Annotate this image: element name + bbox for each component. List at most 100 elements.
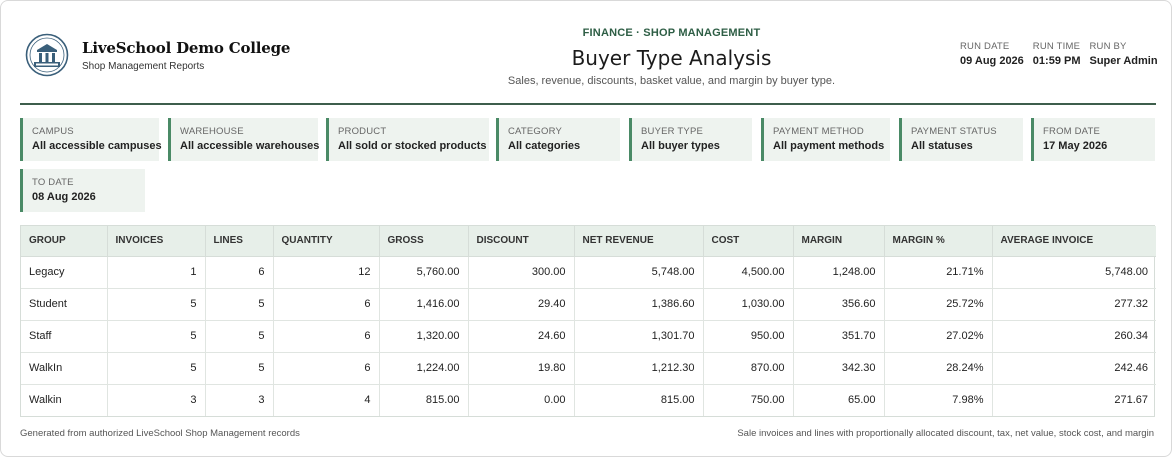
column-header: NET REVENUE bbox=[574, 226, 704, 257]
cell-quantity: 12 bbox=[273, 256, 380, 289]
cell-invoices: 3 bbox=[107, 384, 206, 416]
report-page: LiveSchool Demo College Shop Management … bbox=[0, 0, 1172, 457]
cell-invoices: 1 bbox=[107, 256, 206, 289]
cell-gross: 815.00 bbox=[379, 384, 469, 416]
cell-cost: 1,030.00 bbox=[703, 288, 794, 321]
cell-gross: 1,416.00 bbox=[379, 288, 469, 321]
cell-discount: 300.00 bbox=[468, 256, 575, 289]
filter-buyer-type: BUYER TYPE All buyer types bbox=[629, 118, 752, 161]
run-time: RUN TIME 01:59 PM bbox=[1033, 41, 1081, 67]
cell-gross: 1,320.00 bbox=[379, 320, 469, 353]
table-row: Legacy 1 6 12 5,760.00 300.00 5,748.00 4… bbox=[21, 256, 1156, 289]
meta-label: RUN DATE bbox=[960, 41, 1010, 52]
meta-value: 01:59 PM bbox=[1032, 55, 1081, 67]
cell-discount: 0.00 bbox=[468, 384, 575, 416]
filter-value: 17 May 2026 bbox=[1043, 140, 1108, 152]
report-subtitle: Sales, revenue, discounts, basket value,… bbox=[507, 75, 836, 87]
cell-group: WalkIn bbox=[21, 352, 108, 385]
cell-average-invoice: 271.67 bbox=[1114, 394, 1148, 407]
cell-group: Student bbox=[21, 288, 108, 321]
column-header: MARGIN % bbox=[884, 226, 993, 257]
cell-discount: 29.40 bbox=[468, 288, 575, 321]
cell-quantity: 4 bbox=[273, 384, 380, 416]
cell-cost: 950.00 bbox=[703, 320, 794, 353]
meta-value: 09 Aug 2026 bbox=[960, 55, 1024, 67]
filter-value: All payment methods bbox=[773, 140, 885, 152]
table-row: Student 5 5 6 1,416.00 29.40 1,386.60 1,… bbox=[21, 288, 1156, 321]
cell-margin-pct: 7.98% bbox=[884, 384, 993, 416]
cell-margin: 65.00 bbox=[793, 384, 885, 416]
column-header: MARGIN bbox=[793, 226, 885, 257]
cell-invoices: 5 bbox=[107, 288, 206, 321]
cell-lines: 3 bbox=[205, 384, 274, 416]
cell-quantity: 6 bbox=[273, 288, 380, 321]
column-header: AVERAGE INVOICE bbox=[992, 226, 1156, 257]
cell-net-revenue: 1,386.60 bbox=[574, 288, 704, 321]
column-header: QUANTITY bbox=[273, 226, 380, 257]
table-row: Walkin 3 3 4 815.00 0.00 815.00 750.00 6… bbox=[21, 384, 1156, 416]
cell-group: Staff bbox=[21, 320, 108, 353]
cell-invoices: 5 bbox=[107, 320, 206, 353]
table-row: WalkIn 5 5 6 1,224.00 19.80 1,212.30 870… bbox=[21, 352, 1156, 385]
cell-net-revenue: 1,301.70 bbox=[574, 320, 704, 353]
filter-value: All categories bbox=[508, 140, 581, 152]
cell-average-invoice: 242.46 bbox=[992, 352, 1156, 385]
cell-net-revenue: 815.00 bbox=[574, 384, 704, 416]
cell-lines: 6 bbox=[205, 256, 274, 289]
cell-quantity: 6 bbox=[273, 320, 380, 353]
cell-average-invoice: 260.34 bbox=[992, 320, 1156, 353]
cell-margin-pct: 28.24% bbox=[884, 352, 993, 385]
meta-value: Super Admin bbox=[1089, 55, 1158, 67]
filter-category: CATEGORY All categories bbox=[496, 118, 620, 161]
header-divider bbox=[20, 103, 1156, 105]
filter-label: TO DATE bbox=[32, 177, 74, 188]
column-header: LINES bbox=[205, 226, 274, 257]
run-meta: RUN DATE 09 Aug 2026 RUN TIME 01:59 PM R… bbox=[960, 41, 1158, 67]
cell-lines: 5 bbox=[205, 320, 274, 353]
filter-label: FROM DATE bbox=[1043, 126, 1101, 137]
cell-average-invoice: 5,748.00 bbox=[992, 256, 1156, 289]
cell-margin-pct: 27.02% bbox=[884, 320, 993, 353]
brand: LiveSchool Demo College Shop Management … bbox=[25, 33, 290, 77]
filter-value: All sold or stocked products bbox=[338, 140, 487, 152]
column-header: COST bbox=[703, 226, 794, 257]
buyer-type-table: GROUP INVOICES LINES QUANTITY GROSS DISC… bbox=[20, 225, 1156, 417]
meta-label: RUN BY bbox=[1089, 41, 1127, 52]
filter-label: CAMPUS bbox=[32, 126, 74, 137]
filter-value: All accessible campuses bbox=[32, 140, 162, 152]
cell-margin-pct: 21.71% bbox=[884, 256, 993, 289]
cell-average-invoice: 277.32 bbox=[992, 288, 1156, 321]
cell-margin-pct: 25.72% bbox=[884, 288, 993, 321]
cell-cost: 750.00 bbox=[703, 384, 794, 416]
filter-label: WAREHOUSE bbox=[180, 126, 244, 137]
filter-warehouse: WAREHOUSE All accessible warehouses bbox=[168, 118, 320, 161]
filter-label: PRODUCT bbox=[338, 126, 387, 137]
filter-from-date: FROM DATE 17 May 2026 bbox=[1031, 118, 1155, 161]
column-header: INVOICES bbox=[107, 226, 206, 257]
cell-discount: 24.60 bbox=[468, 320, 575, 353]
filter-value: All buyer types bbox=[641, 140, 720, 152]
table-header-row: GROUP INVOICES LINES QUANTITY GROSS DISC… bbox=[21, 226, 1156, 257]
report-header: LiveSchool Demo College Shop Management … bbox=[20, 23, 1158, 93]
cell-gross: 5,760.00 bbox=[379, 256, 469, 289]
filter-payment-method: PAYMENT METHOD All payment methods bbox=[761, 118, 890, 161]
filter-payment-status: PAYMENT STATUS All statuses bbox=[899, 118, 1023, 161]
filter-value: All accessible warehouses bbox=[180, 140, 320, 152]
filter-product: PRODUCT All sold or stocked products bbox=[326, 118, 489, 161]
cell-quantity: 6 bbox=[273, 352, 380, 385]
cell-lines: 5 bbox=[205, 352, 274, 385]
cell-margin: 342.30 bbox=[793, 352, 885, 385]
filter-campus: CAMPUS All accessible campuses bbox=[20, 118, 162, 161]
cell-cost: 4,500.00 bbox=[703, 256, 794, 289]
cell-invoices: 5 bbox=[107, 352, 206, 385]
cell-margin: 356.60 bbox=[793, 288, 885, 321]
cell-lines: 5 bbox=[205, 288, 274, 321]
cell-margin: 351.70 bbox=[793, 320, 885, 353]
cell-cost: 870.00 bbox=[703, 352, 794, 385]
college-subtitle: Shop Management Reports bbox=[82, 61, 205, 72]
college-name: LiveSchool Demo College bbox=[82, 39, 291, 57]
cell-gross: 1,224.00 bbox=[379, 352, 469, 385]
run-date: RUN DATE 09 Aug 2026 bbox=[960, 41, 1024, 67]
footer-source-note: Generated from authorized LiveSchool Sho… bbox=[20, 428, 300, 439]
cell-group: Legacy bbox=[21, 256, 108, 289]
